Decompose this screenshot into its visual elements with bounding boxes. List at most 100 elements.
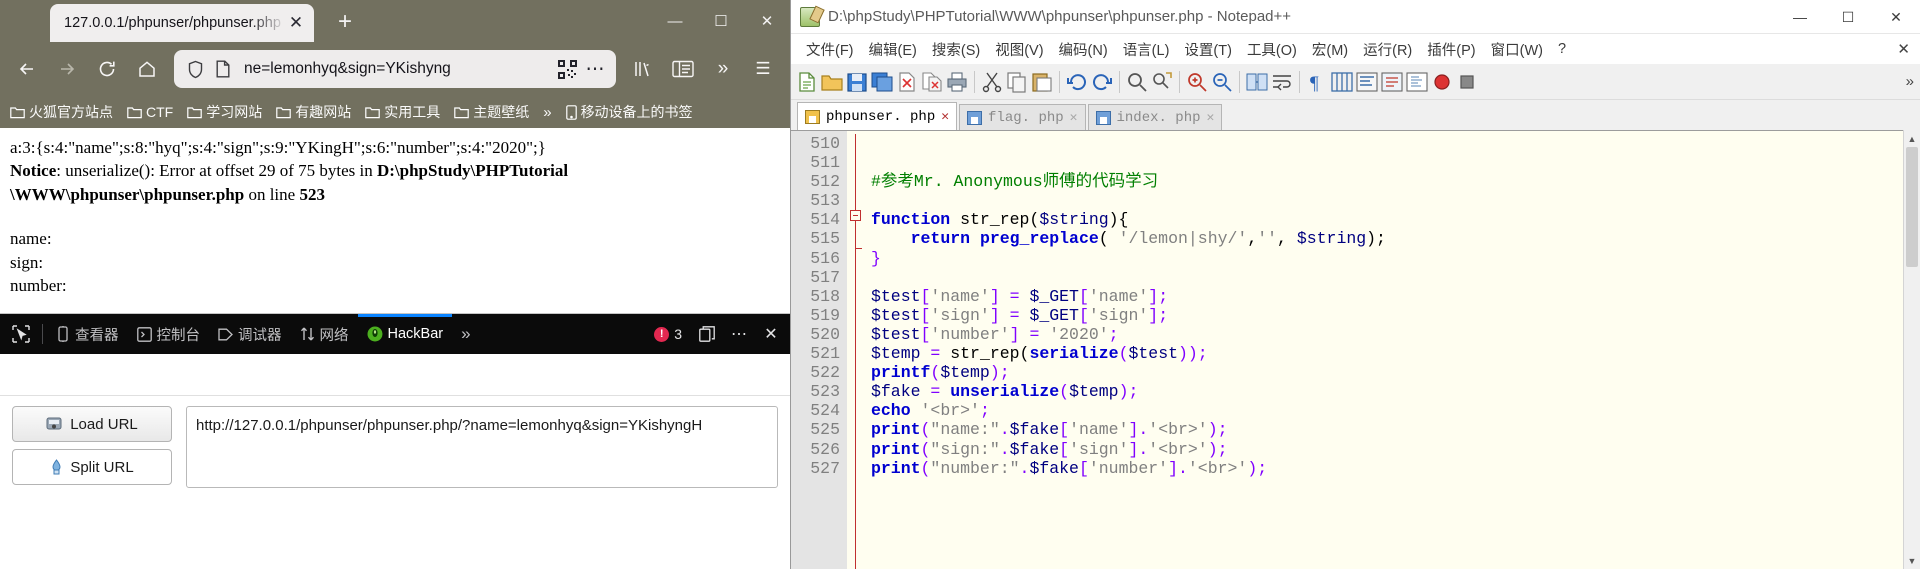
close-document-icon[interactable]: ✕ [1897, 40, 1910, 58]
tab-inspector[interactable]: 查看器 [47, 314, 128, 354]
code-line[interactable]: } [871, 249, 1920, 268]
load-url-button[interactable]: Load URL [12, 406, 172, 442]
zoom-out-icon[interactable] [1210, 70, 1234, 94]
devtools-more-icon[interactable]: ⋯ [724, 317, 754, 351]
doc-tab-close-icon[interactable]: ✕ [1207, 110, 1215, 125]
cut-icon[interactable] [980, 70, 1004, 94]
code-folding-margin[interactable] [847, 131, 865, 569]
close-file-icon[interactable] [895, 70, 919, 94]
function-list-icon[interactable] [1380, 70, 1404, 94]
bookmark-item[interactable]: 主题壁纸 [448, 100, 535, 124]
menu-file[interactable]: 文件(F) [799, 36, 861, 63]
doc-tab-phpunser[interactable]: phpunser. php ✕ [797, 102, 958, 130]
page-info-icon[interactable] [210, 56, 236, 82]
word-wrap-icon[interactable] [1270, 70, 1294, 94]
minimize-icon[interactable]: — [652, 0, 698, 42]
code-line[interactable] [871, 191, 1920, 210]
close-icon[interactable]: ✕ [744, 0, 790, 42]
new-file-icon[interactable] [795, 70, 819, 94]
doc-tab-close-icon[interactable]: ✕ [941, 109, 949, 124]
menu-language[interactable]: 语言(L) [1116, 36, 1177, 63]
bookmark-item[interactable]: 学习网站 [181, 100, 268, 124]
doc-tab-close-icon[interactable]: ✕ [1070, 110, 1078, 125]
devtools-close-icon[interactable]: ✕ [756, 317, 786, 351]
paste-icon[interactable] [1030, 70, 1054, 94]
menu-edit[interactable]: 编辑(E) [862, 36, 924, 63]
tab-hackbar[interactable]: HackBar [357, 314, 453, 354]
replace-icon[interactable] [1150, 70, 1174, 94]
code-text[interactable]: #参考Mr. Anonymous师傅的代码学习 function str_rep… [865, 131, 1920, 569]
maximize-icon[interactable]: ☐ [1824, 0, 1872, 34]
split-url-button[interactable]: Split URL [12, 449, 172, 485]
maximize-icon[interactable]: ☐ [698, 0, 744, 42]
reader-view-icon[interactable] [664, 50, 702, 88]
document-map-icon[interactable] [1405, 70, 1429, 94]
scroll-down-icon[interactable]: ▼ [1904, 552, 1920, 569]
code-line[interactable] [871, 134, 1920, 153]
bookmark-item[interactable]: 火狐官方站点 [4, 100, 119, 124]
toolbar-overflow-icon[interactable]: » [704, 50, 742, 88]
tab-debugger[interactable]: 调试器 [209, 314, 291, 354]
undo-icon[interactable] [1065, 70, 1089, 94]
code-line[interactable]: function str_rep($string){ [871, 210, 1920, 229]
indent-guide-icon[interactable] [1330, 70, 1354, 94]
code-line[interactable]: $test['number'] = '2020'; [871, 325, 1920, 344]
macro-record-icon[interactable] [1430, 70, 1454, 94]
code-line[interactable]: $fake = unserialize($temp); [871, 382, 1920, 401]
tab-close-icon[interactable]: ✕ [286, 13, 306, 33]
menu-plugins[interactable]: 插件(P) [1420, 36, 1482, 63]
bookmark-item-mobile[interactable]: 移动设备上的书签 [560, 100, 699, 124]
find-icon[interactable] [1125, 70, 1149, 94]
minimize-icon[interactable]: — [1776, 0, 1824, 34]
library-icon[interactable] [624, 50, 662, 88]
close-all-files-icon[interactable] [920, 70, 944, 94]
menu-macro[interactable]: 宏(M) [1305, 36, 1355, 63]
code-line[interactable]: print("number:".$fake['number'].'<br>'); [871, 459, 1920, 478]
code-line[interactable] [871, 153, 1920, 172]
open-file-icon[interactable] [820, 70, 844, 94]
bookmark-item[interactable]: 有趣网站 [270, 100, 357, 124]
url-input[interactable]: ne=lemonhyq&sign=YKishyng [240, 60, 550, 78]
url-bar[interactable]: ne=lemonhyq&sign=YKishyng ⋯ [174, 50, 616, 88]
copy-icon[interactable] [1005, 70, 1029, 94]
code-line[interactable]: echo '<br>'; [871, 401, 1920, 420]
app-menu-icon[interactable]: ☰ [744, 50, 782, 88]
close-icon[interactable]: ✕ [1872, 0, 1920, 34]
code-line[interactable]: return preg_replace( '/lemon|shy/','', $… [871, 229, 1920, 248]
sync-scroll-vertical-icon[interactable] [1245, 70, 1269, 94]
bookmarks-overflow-icon[interactable]: » [537, 102, 557, 123]
code-line[interactable]: #参考Mr. Anonymous师傅的代码学习 [871, 172, 1920, 191]
bookmark-item[interactable]: CTF [121, 102, 179, 122]
dock-layout-icon[interactable] [692, 317, 722, 351]
menu-encoding[interactable]: 编码(N) [1052, 36, 1115, 63]
code-line[interactable] [871, 268, 1920, 287]
menu-window[interactable]: 窗口(W) [1484, 36, 1550, 63]
zoom-in-icon[interactable] [1185, 70, 1209, 94]
doc-tab-index[interactable]: index. php ✕ [1087, 104, 1223, 130]
toolbar-overflow-icon[interactable]: » [1906, 73, 1914, 90]
code-line[interactable]: print("sign:".$fake['sign'].'<br>'); [871, 440, 1920, 459]
page-actions-more-icon[interactable]: ⋯ [582, 56, 608, 82]
home-icon[interactable] [128, 50, 166, 88]
save-all-icon[interactable] [870, 70, 894, 94]
tab-network[interactable]: 网络 [291, 314, 358, 354]
hackbar-url-textarea[interactable]: http://127.0.0.1/phpunser/phpunser.php/?… [186, 406, 778, 488]
menu-view[interactable]: 视图(V) [988, 36, 1050, 63]
forward-icon[interactable] [48, 50, 86, 88]
editor-scrollbar[interactable]: ▲ ▼ [1903, 130, 1920, 569]
redo-icon[interactable] [1090, 70, 1114, 94]
scrollbar-thumb[interactable] [1906, 147, 1918, 267]
menu-tools[interactable]: 工具(O) [1240, 36, 1304, 63]
element-picker-icon[interactable] [4, 317, 38, 351]
macro-stop-icon[interactable] [1455, 70, 1479, 94]
devtools-tabs-overflow-icon[interactable]: » [452, 314, 479, 354]
show-all-characters-icon[interactable]: ¶ [1305, 70, 1329, 94]
menu-search[interactable]: 搜索(S) [925, 36, 987, 63]
tab-console[interactable]: 控制台 [128, 314, 210, 354]
menu-help[interactable]: ? [1551, 38, 1573, 60]
back-icon[interactable] [8, 50, 46, 88]
new-tab-button[interactable]: + [330, 8, 360, 36]
code-line[interactable]: $test['name'] = $_GET['name']; [871, 287, 1920, 306]
code-line[interactable]: printf($temp); [871, 363, 1920, 382]
shield-icon[interactable] [182, 56, 208, 82]
